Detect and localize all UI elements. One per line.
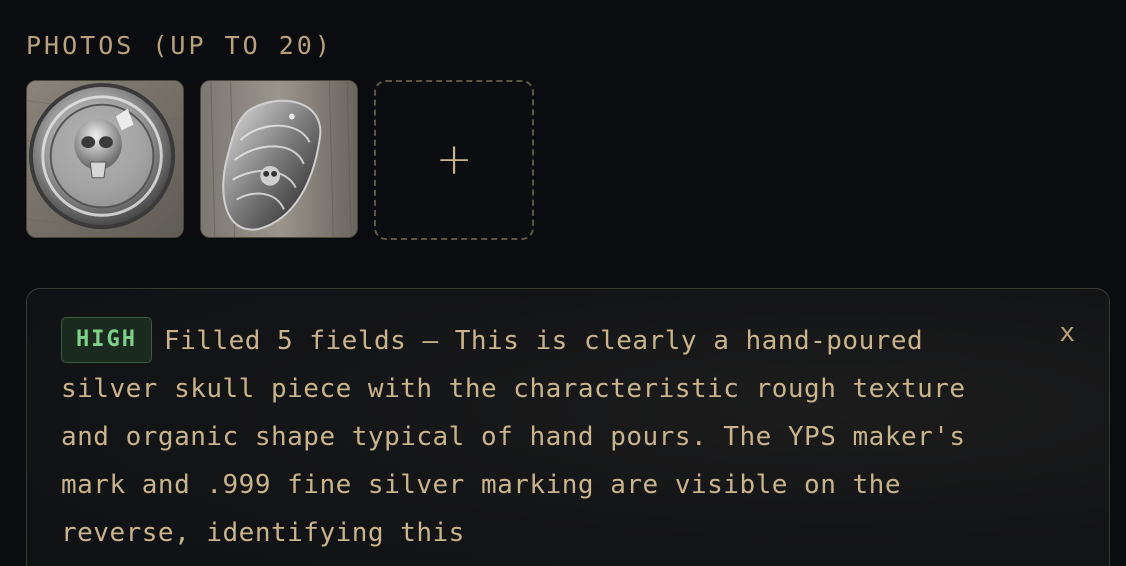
ai-suggestion-card: HIGH Filled 5 fields — This is clearly a … [26,288,1110,566]
ai-suggestion-message: Filled 5 fields — This is clearly a hand… [61,326,966,548]
dismiss-button[interactable]: x [1059,317,1075,349]
photo-thumbnail-2[interactable] [200,80,358,238]
bar-photo-image [201,81,357,237]
photo-list: + [26,80,534,240]
ai-suggestion-text: HIGH Filled 5 fields — This is clearly a … [61,317,1021,557]
confidence-badge: HIGH [61,317,152,363]
plus-icon: + [435,134,473,185]
add-photo-button[interactable]: + [374,80,534,240]
coin-photo-image [27,81,183,237]
photos-label: PHOTOS (UP TO 20) [26,31,333,60]
photo-thumbnail-1[interactable] [26,80,184,238]
